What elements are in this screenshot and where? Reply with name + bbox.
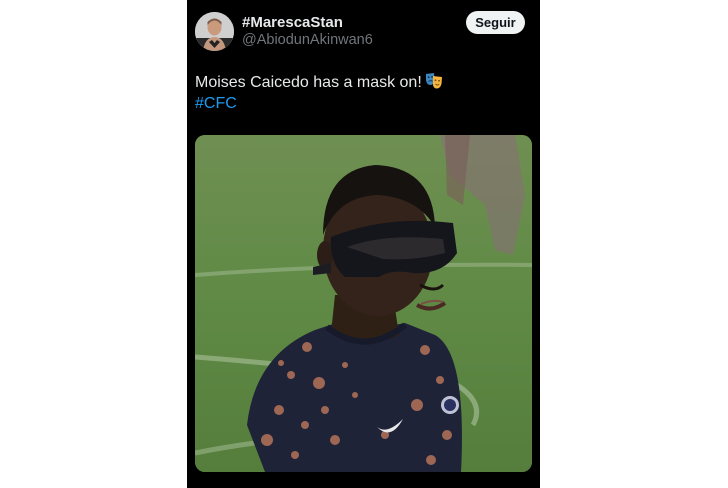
tweet-text: Moises Caicedo has a mask on!	[195, 72, 443, 93]
follow-button[interactable]: Seguir	[466, 11, 525, 34]
tweet-media-image[interactable]	[195, 135, 532, 472]
user-handle[interactable]: @AbiodunAkinwan6	[242, 31, 373, 49]
avatar-photo	[195, 12, 234, 51]
avatar[interactable]	[195, 12, 234, 51]
performing-arts-icon	[425, 73, 442, 89]
tweet-card: #MarescaStan @AbiodunAkinwan6 Seguir Moi…	[187, 0, 540, 488]
photo-player-mask	[195, 135, 532, 472]
tweet-body: Moises Caicedo has a mask on!	[195, 74, 422, 91]
display-name[interactable]: #MarescaStan	[242, 13, 343, 33]
hashtag-link[interactable]: #CFC	[195, 93, 237, 114]
